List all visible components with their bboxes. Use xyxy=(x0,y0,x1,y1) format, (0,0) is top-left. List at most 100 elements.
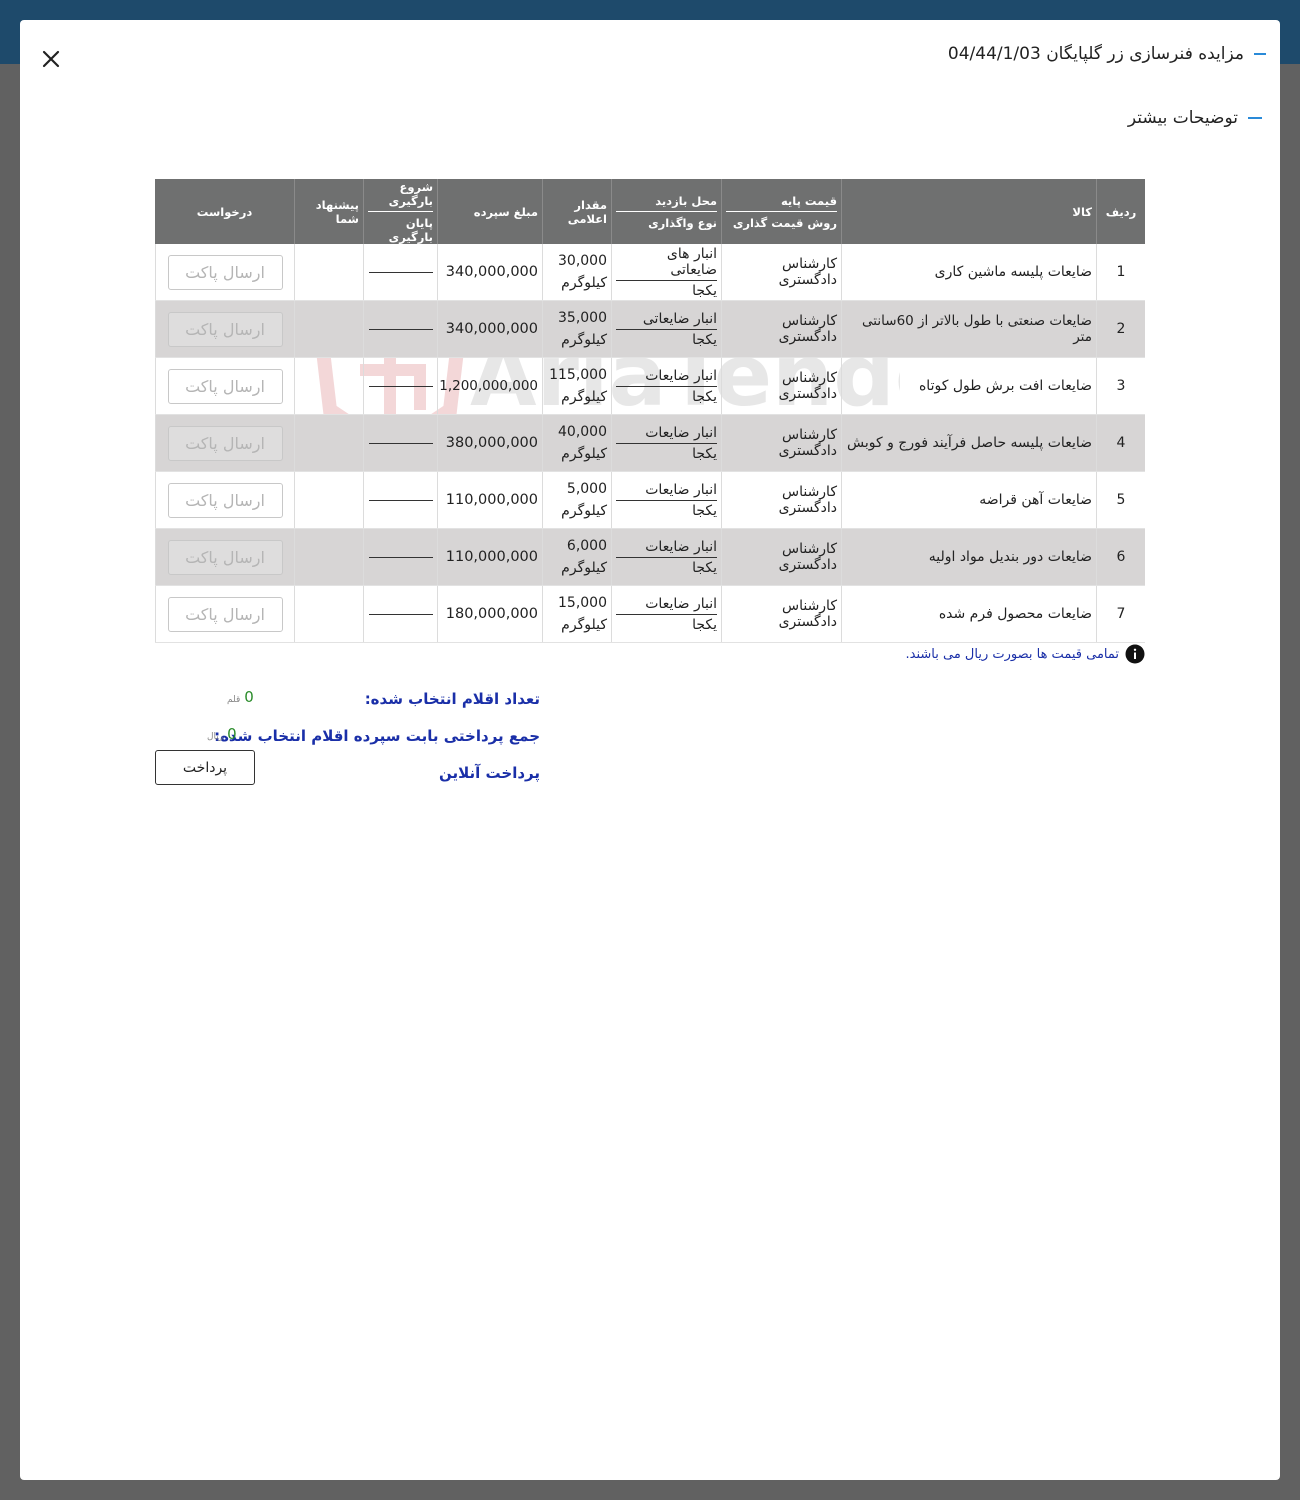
selected-count-unit: قلم xyxy=(227,695,241,705)
row-quantity: 35,000 کیلوگرم xyxy=(542,301,611,357)
row-qty-value: 40,000 xyxy=(558,424,607,440)
row-place: انبار ضایعات xyxy=(616,596,717,615)
row-offer xyxy=(294,301,363,357)
send-envelope-button[interactable]: ارسال پاکت xyxy=(167,254,283,290)
row-loading xyxy=(363,415,437,471)
row-qty-value: 35,000 xyxy=(558,310,607,326)
row-visit: انبار های ضایعاتی یکجا xyxy=(611,244,721,300)
table-row: 2 ضایعات صنعتی با طول بالاتر از 60سانتی … xyxy=(155,301,1145,358)
more-details-toggle[interactable]: توضیحات بیشتر xyxy=(1128,106,1262,130)
row-assign: یکجا xyxy=(692,616,717,633)
selected-count-row: تعداد اقلام انتخاب شده: 0 قلم xyxy=(155,680,540,717)
send-envelope-button[interactable]: ارسال پاکت xyxy=(167,311,283,347)
table-row: 6 ضایعات دور بندیل مواد اولیه کارشناس دا… xyxy=(155,529,1145,586)
header-assign-type: نوع واگذاری xyxy=(648,215,717,230)
row-place: انبار های ضایعاتی xyxy=(616,246,717,281)
row-quantity: 40,000 کیلوگرم xyxy=(542,415,611,471)
header-base-price: قیمت پایه xyxy=(726,194,837,212)
row-item: ضایعات دور بندیل مواد اولیه xyxy=(841,529,1096,585)
row-offer xyxy=(294,244,363,300)
header-loading: شروع بارگیری پایان بارگیری xyxy=(363,179,437,244)
row-place: انبار ضایعات xyxy=(616,425,717,444)
table-row: 3 ضایعات افت برش طول کوتاه کارشناس دادگس… xyxy=(155,358,1145,415)
row-number: 5 xyxy=(1096,472,1145,528)
row-qty-unit: کیلوگرم xyxy=(561,503,607,519)
row-number: 6 xyxy=(1096,529,1145,585)
row-qty-value: 5,000 xyxy=(566,481,607,497)
table-row: 5 ضایعات آهن قراضه کارشناس دادگستری انبا… xyxy=(155,472,1145,529)
row-qty-value: 30,000 xyxy=(558,253,607,269)
row-item: ضایعات محصول فرم شده xyxy=(841,586,1096,642)
total-payment-value: 0 xyxy=(227,725,237,743)
row-place: انبار ضایعات xyxy=(616,482,717,501)
row-request: ارسال پاکت xyxy=(155,529,294,585)
row-qty-value: 115,000 xyxy=(549,367,607,383)
row-number: 7 xyxy=(1096,586,1145,642)
row-request: ارسال پاکت xyxy=(155,301,294,357)
row-deposit: 340,000,000 xyxy=(437,244,542,300)
row-loading xyxy=(363,472,437,528)
row-quantity: 30,000 کیلوگرم xyxy=(542,244,611,300)
row-qty-unit: کیلوگرم xyxy=(561,389,607,405)
total-payment-label: جمع پرداختی بابت سپرده اقلام انتخاب شده: xyxy=(214,726,540,745)
total-payment-row: جمع پرداختی بابت سپرده اقلام انتخاب شده:… xyxy=(155,717,540,754)
table-header: ردیف کالا قیمت پایه روش قیمت گذاری محل ب… xyxy=(155,179,1145,244)
row-item: ضایعات پلیسه ماشین کاری xyxy=(841,244,1096,300)
header-load-start: شروع بارگیری xyxy=(368,180,433,212)
row-deposit: 180,000,000 xyxy=(437,586,542,642)
row-qty-value: 15,000 xyxy=(558,595,607,611)
send-envelope-button[interactable]: ارسال پاکت xyxy=(167,539,283,575)
modal-title: مزایده فنرسازی زر گلپایگان 04/44/1/03 xyxy=(948,42,1266,66)
total-payment-value-group: 0 ریال xyxy=(207,725,237,743)
row-pricing: کارشناس دادگستری xyxy=(721,415,841,471)
send-envelope-button[interactable]: ارسال پاکت xyxy=(167,482,283,518)
row-item: ضایعات صنعتی با طول بالاتر از 60سانتی مت… xyxy=(841,301,1096,357)
currency-note-text: تمامی قیمت ها بصورت ریال می باشند. xyxy=(905,646,1120,662)
row-pricing: کارشناس دادگستری xyxy=(721,301,841,357)
row-number: 4 xyxy=(1096,415,1145,471)
send-envelope-button[interactable]: ارسال پاکت xyxy=(167,368,283,404)
close-icon[interactable] xyxy=(38,46,64,72)
row-qty-unit: کیلوگرم xyxy=(561,275,607,291)
row-offer xyxy=(294,415,363,471)
row-pricing: کارشناس دادگستری xyxy=(721,244,841,300)
selected-count-label: تعداد اقلام انتخاب شده: xyxy=(364,689,540,708)
header-deposit: مبلغ سپرده xyxy=(437,179,542,244)
row-loading xyxy=(363,358,437,414)
row-visit: انبار ضایعات یکجا xyxy=(611,529,721,585)
row-loading xyxy=(363,301,437,357)
row-quantity: 15,000 کیلوگرم xyxy=(542,586,611,642)
row-visit: انبار ضایعاتی یکجا xyxy=(611,301,721,357)
header-price: قیمت پایه روش قیمت گذاری xyxy=(721,179,841,244)
row-quantity: 6,000 کیلوگرم xyxy=(542,529,611,585)
row-pricing: کارشناس دادگستری xyxy=(721,358,841,414)
send-envelope-button[interactable]: ارسال پاکت xyxy=(167,596,283,632)
header-load-end: پایان بارگیری xyxy=(388,215,433,244)
send-envelope-button[interactable]: ارسال پاکت xyxy=(167,425,283,461)
header-quantity: مقدار اعلامی xyxy=(542,179,611,244)
row-offer xyxy=(294,529,363,585)
row-loading xyxy=(363,244,437,300)
row-deposit: 110,000,000 xyxy=(437,529,542,585)
row-number: 1 xyxy=(1096,244,1145,300)
row-assign: یکجا xyxy=(692,388,717,405)
pay-button[interactable]: پرداخت xyxy=(155,750,255,785)
row-visit: انبار ضایعات یکجا xyxy=(611,472,721,528)
row-offer xyxy=(294,586,363,642)
row-qty-unit: کیلوگرم xyxy=(561,560,607,576)
total-payment-unit: ریال xyxy=(207,732,224,742)
items-table: ردیف کالا قیمت پایه روش قیمت گذاری محل ب… xyxy=(155,179,1145,643)
row-place: انبار ضایعات xyxy=(616,368,717,387)
row-pricing: کارشناس دادگستری xyxy=(721,586,841,642)
row-loading xyxy=(363,586,437,642)
header-request: درخواست xyxy=(196,204,253,219)
row-visit: انبار ضایعات یکجا xyxy=(611,358,721,414)
row-item: ضایعات آهن قراضه xyxy=(841,472,1096,528)
row-assign: یکجا xyxy=(692,502,717,519)
row-assign: یکجا xyxy=(692,282,717,299)
row-assign: یکجا xyxy=(692,445,717,462)
header-item: کالا xyxy=(841,179,1096,244)
row-loading xyxy=(363,529,437,585)
row-offer xyxy=(294,358,363,414)
row-deposit: 380,000,000 xyxy=(437,415,542,471)
